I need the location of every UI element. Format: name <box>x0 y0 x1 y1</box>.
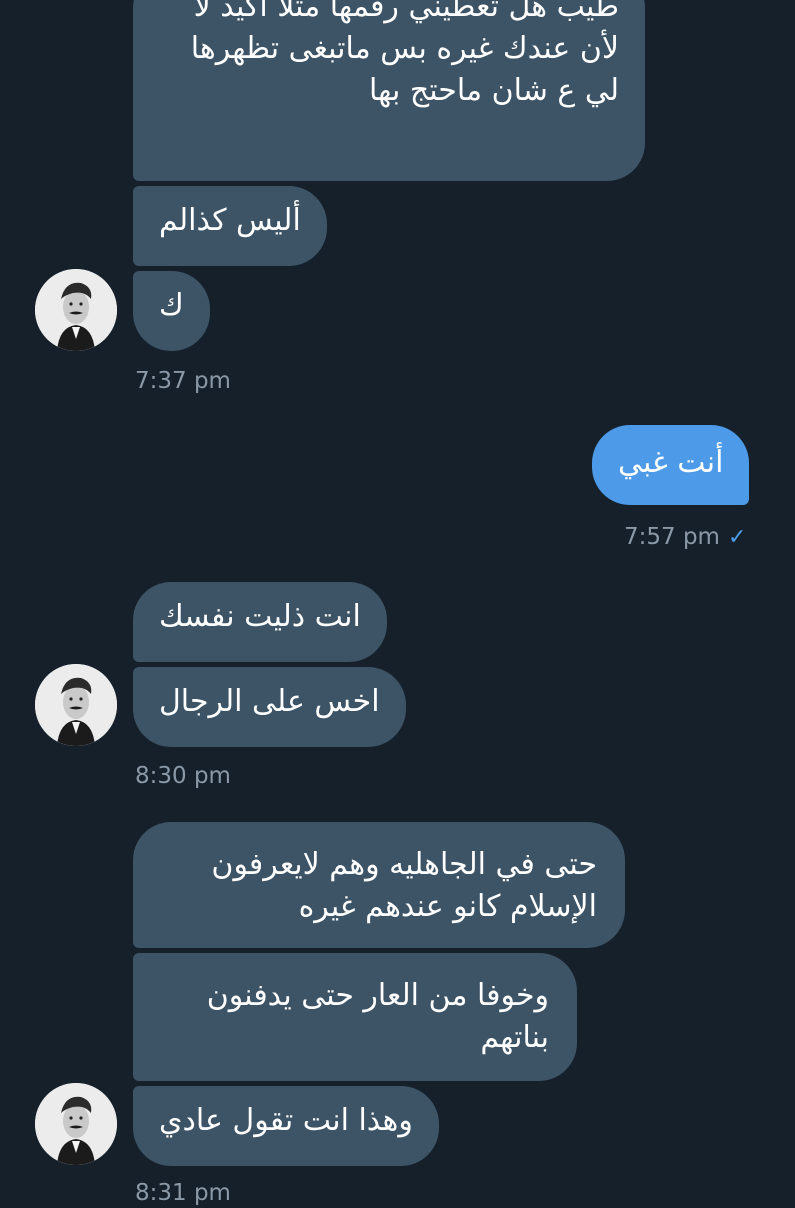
message-bubble[interactable]: وهذا انت تقول عادي <box>133 1086 439 1166</box>
timestamp: 8:30 pm <box>135 763 231 789</box>
message-text: طيب هل تعطيني رقمها مثلا اكيد لا لأن عند… <box>190 0 619 108</box>
checkmark-icon: ✓ <box>727 525 747 550</box>
message-text: أنت غبي <box>618 445 724 480</box>
message-bubble[interactable]: اخس على الرجال <box>133 667 406 747</box>
message-bubble[interactable]: انت ذليت نفسك <box>133 582 387 662</box>
timestamp: 7:37 pm <box>135 368 231 394</box>
message-text: وهذا انت تقول عادي <box>159 1103 413 1138</box>
timestamp: 7:57 pm ✓ <box>624 522 746 553</box>
user-avatar[interactable] <box>35 269 117 351</box>
timestamp: 8:31 pm <box>135 1180 231 1206</box>
message-bubble[interactable]: حتى في الجاهليه وهم لايعرفون الإسلام كان… <box>133 822 625 948</box>
message-bubble[interactable]: طيب هل تعطيني رقمها مثلا اكيد لا لأن عند… <box>133 0 645 181</box>
message-bubble[interactable]: ك <box>133 271 210 351</box>
message-text: حتى في الجاهليه وهم لايعرفون الإسلام كان… <box>211 847 597 924</box>
avatar-portrait-icon <box>35 1083 117 1165</box>
message-bubble[interactable]: وخوفا من العار حتى يدفنون بناتهم <box>133 953 577 1081</box>
message-text: وخوفا من العار حتى يدفنون بناتهم <box>206 978 549 1055</box>
message-text: أليس كذالم <box>159 203 301 238</box>
avatar-portrait-icon <box>35 269 117 351</box>
message-text: انت ذليت نفسك <box>159 599 361 634</box>
message-text: ك <box>159 288 184 323</box>
message-bubble-sent[interactable]: أنت غبي <box>592 425 750 505</box>
user-avatar[interactable] <box>35 1083 117 1165</box>
user-avatar[interactable] <box>35 664 117 746</box>
message-text: اخس على الرجال <box>159 684 380 719</box>
message-bubble[interactable]: أليس كذالم <box>133 186 327 266</box>
avatar-portrait-icon <box>35 664 117 746</box>
